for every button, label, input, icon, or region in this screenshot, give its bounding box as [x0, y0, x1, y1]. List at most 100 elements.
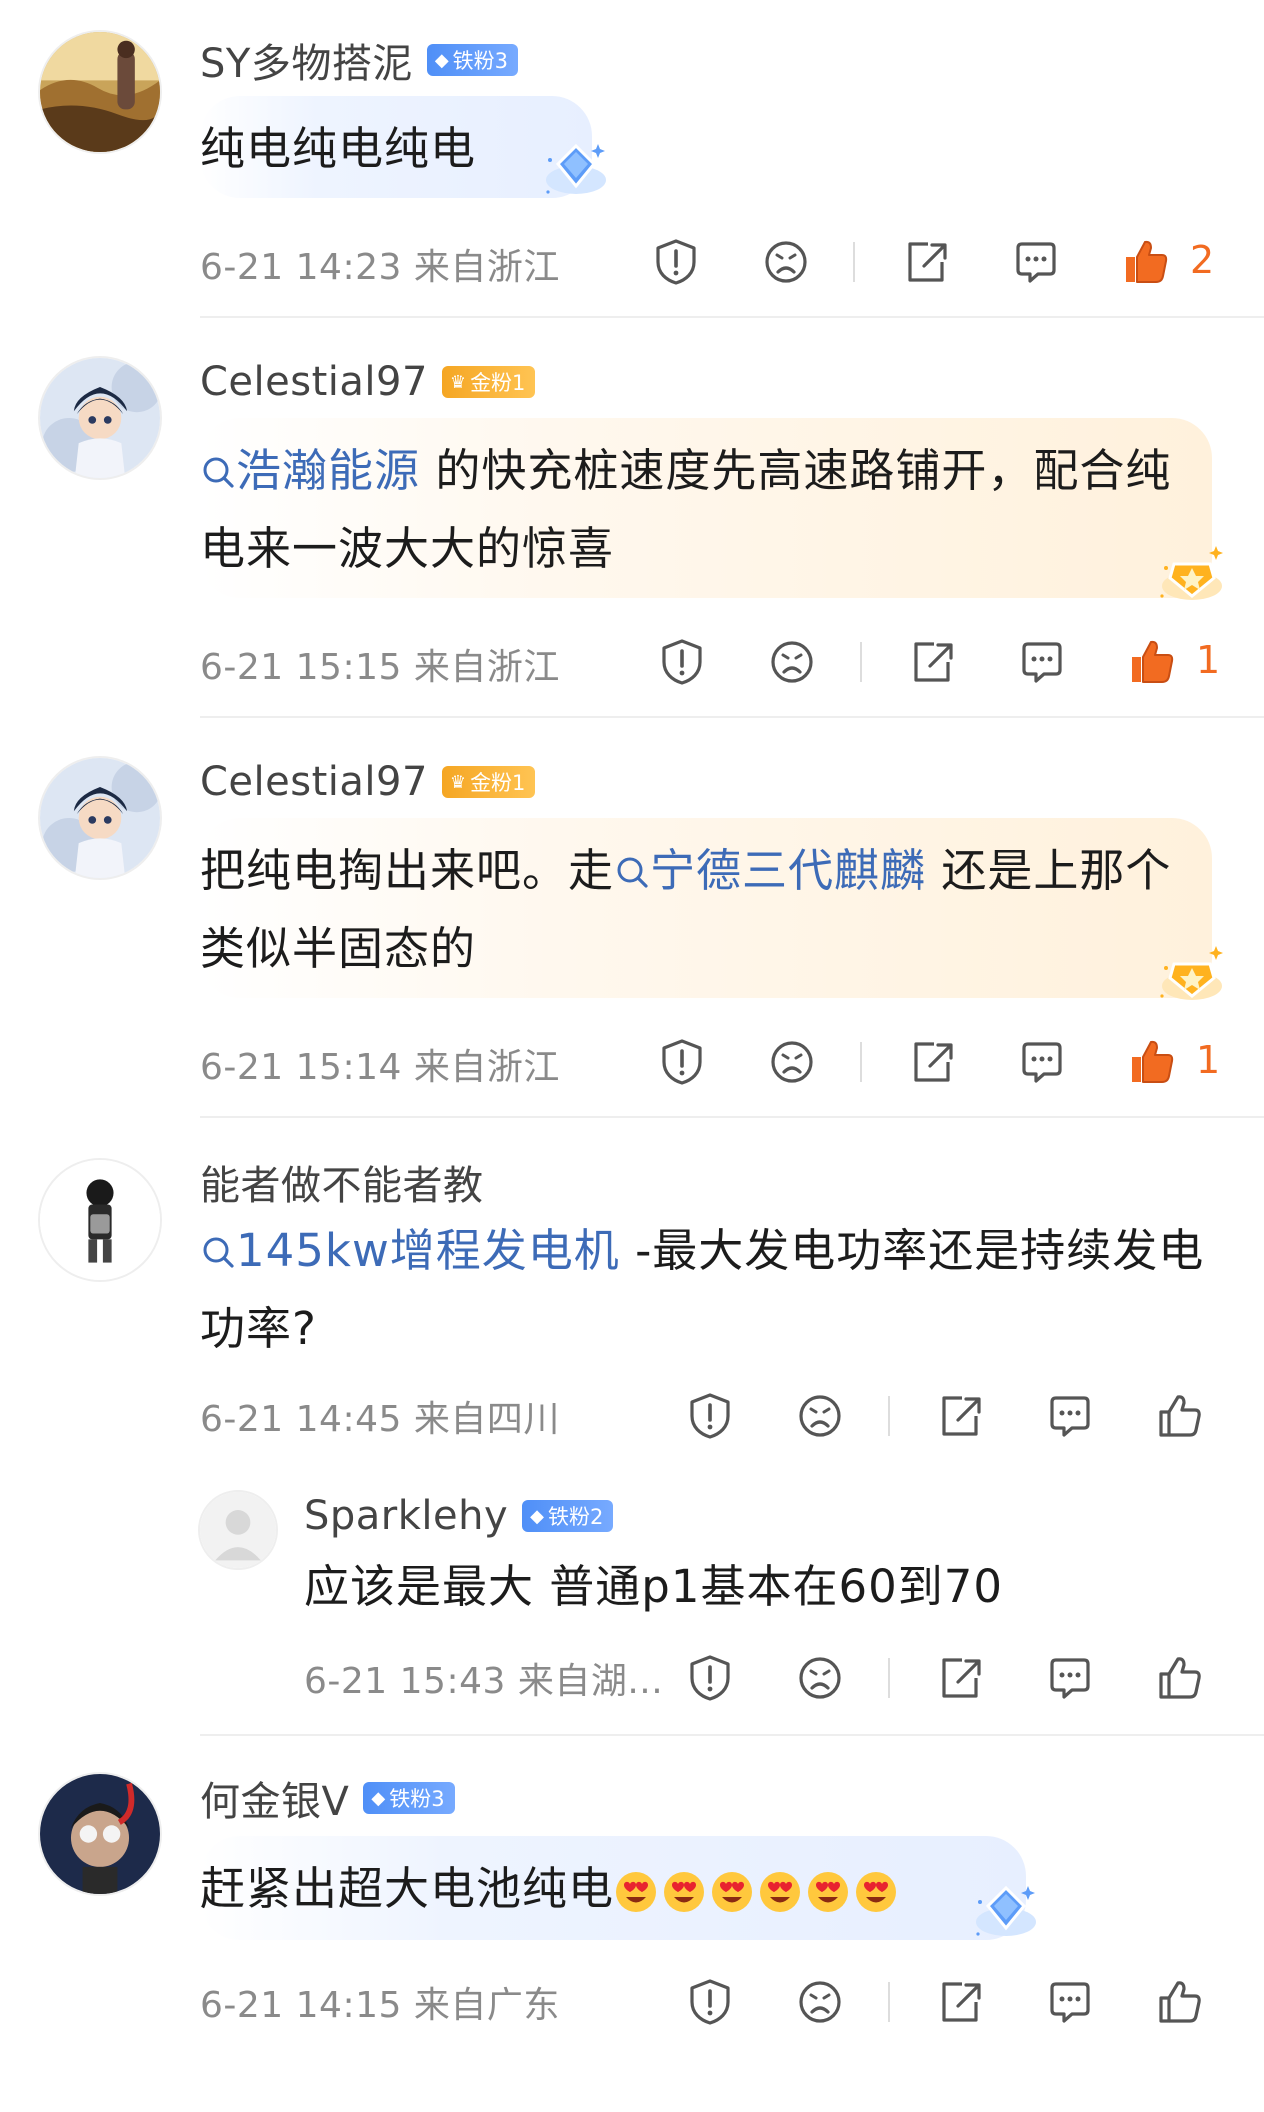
avatar[interactable]	[38, 30, 162, 154]
share-icon[interactable]	[934, 1390, 986, 1442]
like-icon[interactable]	[1154, 1652, 1206, 1704]
username[interactable]: SY多物搭泥	[200, 31, 413, 89]
fan-badge: ♛ 金粉1	[441, 766, 536, 798]
action-bar	[0, 1390, 1264, 1450]
username[interactable]: Celestial97	[200, 759, 428, 805]
diamond-decoration-icon	[536, 130, 616, 210]
like-count: 1	[1196, 1038, 1221, 1082]
like-icon[interactable]	[1120, 236, 1172, 288]
report-icon[interactable]	[656, 1036, 708, 1088]
comment-icon[interactable]	[1044, 1652, 1096, 1704]
diamond-decoration-icon	[966, 1872, 1046, 1952]
diamond-icon: ◆	[371, 1787, 386, 1809]
comment-text: 纯电纯电纯电	[200, 122, 477, 175]
username-row: Celestial97 ♛ 金粉1	[200, 354, 536, 410]
action-bar: 1	[0, 1036, 1264, 1096]
reply-avatar[interactable]	[198, 1490, 278, 1570]
reply-username-row: Sparklehy ◆ 铁粉2	[304, 1488, 614, 1544]
diamond-icon: ◆	[530, 1505, 544, 1527]
report-icon[interactable]	[684, 1976, 736, 2028]
badge-label: 金粉1	[470, 771, 526, 795]
comment-icon[interactable]	[1044, 1976, 1096, 2028]
share-icon[interactable]	[906, 1036, 958, 1088]
divider	[200, 316, 1264, 318]
search-icon	[200, 1234, 236, 1270]
report-icon[interactable]	[684, 1390, 736, 1442]
dislike-icon[interactable]	[794, 1652, 846, 1704]
crown-decoration-icon	[1152, 934, 1232, 1014]
badge-label: 铁粉3	[452, 49, 509, 73]
report-icon[interactable]	[656, 636, 708, 688]
comment-icon[interactable]	[1016, 1036, 1068, 1088]
avatar[interactable]	[38, 1158, 162, 1282]
reply-text: 应该是最大 普通p1基本在60到70	[304, 1560, 1004, 1613]
divider	[888, 1982, 890, 2022]
search-icon	[200, 454, 236, 490]
heart-eyes-emoji-icon	[854, 1870, 898, 1914]
username[interactable]: Celestial97	[200, 359, 428, 405]
topic-link[interactable]: 145kw增程发电机	[200, 1224, 620, 1277]
action-bar: 1	[0, 636, 1264, 696]
divider	[888, 1396, 890, 1436]
like-icon[interactable]	[1154, 1976, 1206, 2028]
avatar[interactable]	[38, 756, 162, 880]
fan-badge: ♛ 金粉1	[441, 366, 536, 398]
share-icon[interactable]	[906, 636, 958, 688]
comment-bubble: 纯电纯电纯电	[200, 96, 592, 198]
badge-label: 铁粉2	[548, 1505, 604, 1529]
crown-decoration-icon	[1152, 534, 1232, 614]
comment-icon[interactable]	[1044, 1390, 1096, 1442]
heart-eyes-emoji-icon	[806, 1870, 850, 1914]
divider	[860, 642, 862, 682]
report-icon[interactable]	[650, 236, 702, 288]
share-icon[interactable]	[900, 236, 952, 288]
username[interactable]: 何金银V	[200, 1769, 349, 1827]
dislike-icon[interactable]	[794, 1976, 846, 2028]
topic-link[interactable]: 浩瀚能源	[200, 444, 420, 497]
heart-eyes-emoji-icon	[758, 1870, 802, 1914]
comment-text: 浩瀚能源 的快充桩速度先高速路铺开，配合纯电来一波大大的惊喜	[200, 444, 1172, 575]
dislike-icon[interactable]	[766, 636, 818, 688]
action-bar: 2	[0, 236, 1264, 296]
fan-badge: ◆ 铁粉3	[426, 44, 519, 76]
topic-link[interactable]: 宁德三代麒麟	[614, 844, 926, 897]
divider	[853, 242, 855, 282]
comment-text: 145kw增程发电机 -最大发电功率还是持续发电功率?	[200, 1224, 1205, 1355]
heart-eyes-emoji-icon	[662, 1870, 706, 1914]
heart-eyes-emoji-icon	[614, 1870, 658, 1914]
search-icon	[614, 854, 650, 890]
avatar[interactable]	[38, 1772, 162, 1896]
comment-icon[interactable]	[1010, 236, 1062, 288]
share-icon[interactable]	[934, 1652, 986, 1704]
dislike-icon[interactable]	[766, 1036, 818, 1088]
dislike-icon[interactable]	[794, 1390, 846, 1442]
fan-badge: ◆ 铁粉2	[522, 1500, 614, 1532]
comment-text: 把纯电掏出来吧。走 宁德三代麒麟 还是上那个类似半固态的	[200, 844, 1172, 975]
avatar[interactable]	[38, 356, 162, 480]
username-row: 能者做不能者教	[200, 1154, 484, 1210]
fan-badge: ◆ 铁粉3	[363, 1782, 455, 1814]
like-count: 2	[1190, 238, 1215, 282]
crown-icon: ♛	[449, 771, 467, 793]
reply-action-bar	[0, 1652, 1264, 1712]
divider	[888, 1658, 890, 1698]
report-icon[interactable]	[684, 1652, 736, 1704]
dislike-icon[interactable]	[760, 236, 812, 288]
reply-username[interactable]: Sparklehy	[304, 1493, 508, 1539]
diamond-icon: ◆	[434, 49, 449, 71]
like-icon[interactable]	[1126, 1036, 1178, 1088]
action-bar	[0, 1976, 1264, 2036]
share-icon[interactable]	[934, 1976, 986, 2028]
comment-icon[interactable]	[1016, 636, 1068, 688]
comment-bubble: 浩瀚能源 的快充桩速度先高速路铺开，配合纯电来一波大大的惊喜	[200, 418, 1212, 598]
heart-eyes-emoji-icon	[710, 1870, 754, 1914]
crown-icon: ♛	[449, 371, 467, 393]
username[interactable]: 能者做不能者教	[200, 1153, 484, 1211]
badge-label: 金粉1	[470, 371, 526, 395]
username-row: Celestial97 ♛ 金粉1	[200, 754, 536, 810]
like-icon[interactable]	[1154, 1390, 1206, 1442]
divider	[200, 716, 1264, 718]
divider	[200, 1734, 1264, 1736]
like-count: 1	[1196, 638, 1221, 682]
like-icon[interactable]	[1126, 636, 1178, 688]
